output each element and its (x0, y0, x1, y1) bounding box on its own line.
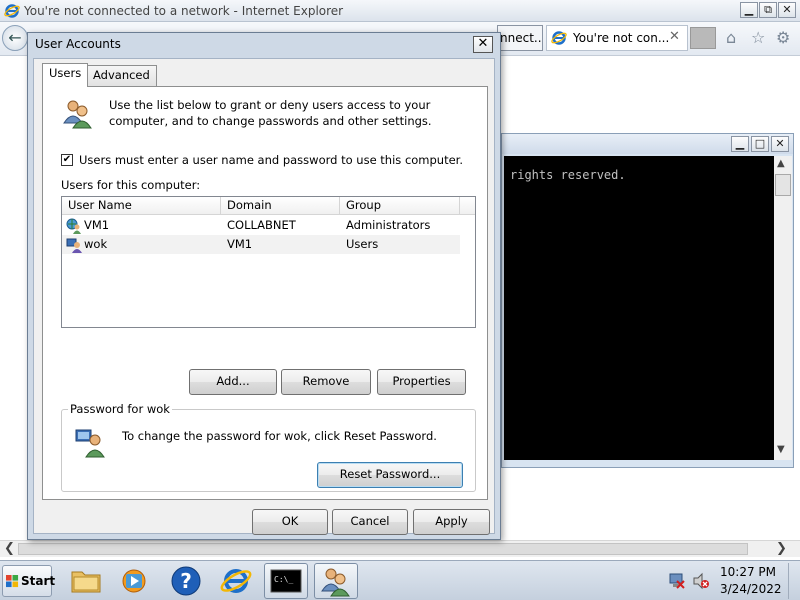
reset-password-button[interactable]: Reset Password... (317, 462, 463, 488)
password-group-box: Password for wok To change the password … (61, 402, 476, 492)
minimize-button[interactable]: ▁ (740, 2, 758, 18)
dialog-body: Users Advanced Use the list below to gra… (33, 58, 495, 535)
minimize-button[interactable]: ▁ (731, 136, 749, 152)
user-accounts-dialog: User Accounts ✕ Users Advanced Use the l… (27, 32, 501, 540)
scroll-left-icon[interactable]: ❮ (4, 541, 15, 556)
windows-logo-icon (6, 575, 19, 588)
maximize-button[interactable]: □ (751, 136, 769, 152)
tab-label: You're not con... (573, 31, 670, 45)
password-group-legend: Password for wok (68, 402, 172, 416)
user-accounts-icon (321, 568, 350, 597)
scroll-right-icon[interactable]: ❯ (776, 541, 787, 556)
column-header-user-name[interactable]: User Name (62, 197, 221, 215)
show-desktop-button[interactable] (788, 563, 798, 599)
taskbar-file-explorer[interactable] (64, 563, 108, 599)
ie-window-title: You're not connected to a network - Inte… (24, 4, 344, 18)
horizontal-scrollbar[interactable]: ❮ ❯ (0, 540, 800, 557)
favorites-star-icon[interactable]: ☆ (751, 29, 765, 47)
tab-users[interactable]: Users (42, 63, 89, 87)
browser-tab-active[interactable]: You're not con... ✕ (546, 25, 688, 51)
back-arrow-icon[interactable]: ← (2, 25, 28, 51)
close-button[interactable]: ✕ (771, 136, 789, 152)
start-label: Start (21, 574, 56, 588)
taskbar-help[interactable]: ? (164, 563, 208, 599)
ie-logo-icon (551, 31, 567, 45)
console-window: ▁ □ ✕ rights reserved. ▲ ▼ (501, 133, 794, 468)
console-output[interactable]: rights reserved. (504, 156, 774, 460)
table-row[interactable]: wok VM1 Users (62, 235, 460, 254)
cell-user-name: VM1 (84, 218, 110, 232)
command-prompt-icon: C:\_ (270, 569, 302, 593)
internet-explorer-icon (220, 569, 252, 593)
taskbar-user-accounts[interactable] (314, 563, 358, 599)
new-tab-button[interactable] (690, 27, 716, 49)
intro-text: Use the list below to grant or deny user… (109, 98, 432, 128)
password-instructions: To change the password for wok, click Re… (122, 429, 437, 443)
taskbar: Start ? C:\_ 10:27 PM 3/24/2022 (0, 560, 800, 600)
clock-time[interactable]: 10:27 PM (720, 565, 776, 579)
cell-domain: COLLABNET (227, 218, 296, 232)
user-icon (66, 238, 82, 253)
start-button[interactable]: Start (2, 565, 56, 597)
users-list-label: Users for this computer: (61, 178, 201, 192)
dialog-close-button[interactable]: ✕ (473, 36, 493, 53)
add-user-button[interactable]: Add... (189, 369, 277, 395)
dialog-title: User Accounts (35, 37, 121, 51)
taskbar-media-player[interactable] (112, 563, 156, 599)
users-tab-panel: Use the list below to grant or deny user… (42, 86, 488, 500)
users-list-view[interactable]: User Name Domain Group VM1 COLLABNET Adm… (61, 196, 476, 328)
scroll-down-icon[interactable]: ▼ (777, 444, 785, 455)
console-text: rights reserved. (510, 168, 626, 182)
close-button[interactable]: ✕ (778, 2, 796, 18)
user-password-icon (75, 429, 105, 458)
require-password-checkbox[interactable]: ✔ (61, 154, 73, 166)
cell-domain: VM1 (227, 237, 253, 251)
apply-button[interactable]: Apply (413, 509, 490, 535)
scrollbar-thumb[interactable] (18, 543, 748, 555)
system-tray: 10:27 PM 3/24/2022 (662, 563, 798, 599)
remove-user-button[interactable]: Remove (281, 369, 371, 395)
cancel-button[interactable]: Cancel (332, 509, 408, 535)
checkbox-label[interactable]: Users must enter a user name and passwor… (79, 153, 463, 167)
properties-button[interactable]: Properties (377, 369, 466, 395)
cell-user-name: wok (84, 237, 108, 251)
folder-icon (71, 571, 101, 593)
console-title-bar[interactable]: ▁ □ ✕ (502, 134, 793, 154)
svg-text:C:\_: C:\_ (274, 575, 293, 584)
vertical-scrollbar[interactable]: ▲ ▼ (774, 156, 792, 460)
cell-group: Administrators (346, 218, 431, 232)
browser-tab[interactable]: nnect... (497, 25, 543, 51)
svg-text:?: ? (180, 569, 192, 593)
column-header-group[interactable]: Group (340, 197, 460, 215)
cell-group: Users (346, 237, 379, 251)
table-row[interactable]: VM1 COLLABNET Administrators (62, 216, 460, 235)
network-disconnected-icon[interactable] (668, 572, 686, 590)
tools-gear-icon[interactable]: ⚙ (776, 29, 790, 47)
close-tab-icon[interactable]: ✕ (669, 29, 680, 44)
tab-advanced[interactable]: Advanced (86, 65, 157, 86)
scroll-up-icon[interactable]: ▲ (777, 158, 785, 169)
column-header-domain[interactable]: Domain (221, 197, 340, 215)
taskbar-command-prompt[interactable]: C:\_ (264, 563, 308, 599)
ie-title-bar[interactable]: You're not connected to a network - Inte… (0, 0, 800, 22)
taskbar-internet-explorer[interactable] (214, 563, 258, 599)
list-header: User Name Domain Group (62, 197, 475, 215)
user-accounts-icon (63, 100, 92, 129)
scrollbar-thumb[interactable] (775, 174, 791, 196)
media-player-icon (122, 569, 146, 593)
help-question-icon: ? (171, 566, 201, 596)
user-globe-icon (66, 218, 81, 234)
restore-button[interactable]: ⧉ (759, 2, 777, 18)
ok-button[interactable]: OK (252, 509, 328, 535)
ie-logo-icon (4, 4, 20, 18)
home-icon[interactable]: ⌂ (726, 29, 736, 47)
volume-muted-icon[interactable] (692, 572, 710, 590)
clock-date[interactable]: 3/24/2022 (720, 582, 782, 596)
